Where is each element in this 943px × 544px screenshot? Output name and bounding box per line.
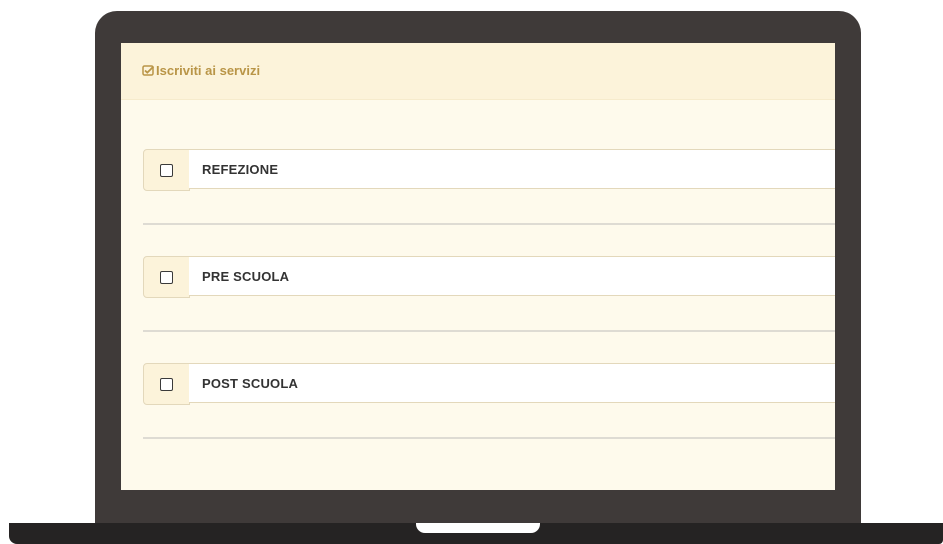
service-checkbox-post-scuola[interactable] (160, 377, 173, 391)
laptop-frame: Iscriviti ai servizi REFEZIONE PRE SCUOL… (95, 11, 861, 523)
checkbox-addon[interactable] (143, 363, 190, 405)
service-field: POST SCUOLA (189, 363, 835, 403)
checkbox-addon[interactable] (143, 256, 190, 298)
panel-header: Iscriviti ai servizi (121, 43, 835, 100)
panel-title-text: Iscriviti ai servizi (156, 63, 261, 78)
check-square-icon (142, 65, 155, 76)
service-checkbox-pre-scuola[interactable] (160, 270, 173, 284)
service-label: PRE SCUOLA (202, 268, 290, 284)
laptop-notch (416, 523, 540, 533)
screen: Iscriviti ai servizi REFEZIONE PRE SCUOL… (121, 43, 835, 490)
panel-title: Iscriviti ai servizi (142, 63, 260, 78)
service-label: POST SCUOLA (202, 375, 299, 391)
service-field: PRE SCUOLA (189, 256, 835, 296)
divider (143, 223, 835, 225)
divider (143, 437, 835, 439)
service-row-post-scuola: POST SCUOLA (143, 363, 835, 405)
service-row-pre-scuola: PRE SCUOLA (143, 256, 835, 298)
service-field: REFEZIONE (189, 149, 835, 189)
divider (143, 330, 835, 332)
service-row-refezione: REFEZIONE (143, 149, 835, 191)
service-checkbox-refezione[interactable] (160, 163, 173, 177)
checkbox-addon[interactable] (143, 149, 190, 191)
service-label: REFEZIONE (202, 161, 279, 177)
